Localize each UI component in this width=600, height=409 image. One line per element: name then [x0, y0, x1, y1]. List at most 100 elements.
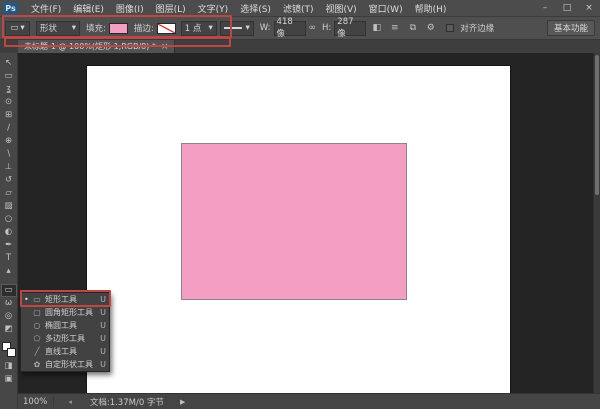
path-operations-icon[interactable]: ◧ — [369, 21, 384, 36]
background-color-swatch[interactable] — [7, 348, 16, 357]
ps-logo-icon: Ps — [3, 2, 18, 15]
tab-close-icon[interactable]: × — [161, 42, 169, 52]
solid-line-icon — [224, 27, 242, 29]
menu-item-view[interactable]: 视图(V) — [319, 2, 362, 15]
spot-healing-brush-tool[interactable]: ⊕ — [1, 135, 17, 148]
chevron-down-icon: ▾ — [20, 23, 24, 33]
stroke-type-dropdown[interactable]: ▾ — [220, 21, 254, 36]
minimize-button[interactable]: – — [534, 0, 556, 16]
menu-bar: Ps 文件(F) 编辑(E) 图像(I) 图层(L) 文字(Y) 选择(S) 滤… — [0, 0, 600, 17]
quick-selection-tool[interactable]: ⊙ — [1, 96, 17, 109]
scrollbar-thumb[interactable] — [595, 55, 599, 195]
align-edges-label: 对齐边缘 — [460, 22, 494, 34]
options-bar: ▭ ▾ 形状 ▾ 填充: 描边: 1 点 ▾ ▾ W: 418 像 ∞ H: 2… — [0, 17, 600, 40]
status-expand-icon[interactable]: ◂ — [68, 398, 72, 406]
shortcut-label: U — [98, 295, 106, 304]
chevron-down-icon: ▾ — [208, 23, 212, 33]
shortcut-label: U — [98, 308, 106, 317]
shape-width-field[interactable]: 418 像 — [274, 21, 306, 36]
link-dimensions-icon[interactable]: ∞ — [309, 23, 317, 33]
gear-icon[interactable]: ⚙ — [423, 21, 438, 36]
gradient-tool[interactable]: ▨ — [1, 200, 17, 213]
shape-tools-flyout: • ▭ 矩形工具 U ▢ 圆角矩形工具 U ○ 椭圆工具 U ⬠ 多边形工具 U… — [20, 292, 110, 372]
pink-rectangle-shape — [181, 143, 407, 300]
flyout-item-polygon-tool[interactable]: ⬠ 多边形工具 U — [21, 332, 109, 345]
stroke-width-field[interactable]: 1 点 ▾ — [181, 21, 217, 36]
flyout-item-ellipse-tool[interactable]: ○ 椭圆工具 U — [21, 319, 109, 332]
flyout-item-rectangle-tool[interactable]: • ▭ 矩形工具 U — [21, 293, 109, 306]
shortcut-label: U — [98, 321, 106, 330]
active-tool-bullet: • — [24, 295, 29, 304]
zoom-tool[interactable]: ◎ — [1, 310, 17, 323]
chevron-down-icon: ▾ — [72, 23, 76, 33]
quick-mask-button[interactable]: ◨ — [1, 360, 17, 373]
document-size-info: 文档:1.37M/0 字节 — [90, 396, 164, 408]
lasso-tool[interactable]: ʓ — [1, 83, 17, 96]
width-label: W: — [260, 23, 271, 33]
crop-tool[interactable]: ⊞ — [1, 109, 17, 122]
screen-mode-button[interactable]: ▣ — [1, 373, 17, 386]
shortcut-label: U — [98, 360, 106, 369]
eraser-tool[interactable]: ▱ — [1, 187, 17, 200]
menu-item-layer[interactable]: 图层(L) — [150, 2, 192, 15]
workspace-switcher-button[interactable]: 基本功能 — [547, 20, 595, 36]
menu-item-filter[interactable]: 滤镜(T) — [277, 2, 320, 15]
menu-item-edit[interactable]: 编辑(E) — [67, 2, 110, 15]
align-edges-checkbox[interactable] — [446, 24, 454, 32]
default-colors-icon[interactable]: ◩ — [1, 323, 17, 336]
rectangular-marquee-tool[interactable]: ▭ — [1, 70, 17, 83]
window-controls: – □ × — [534, 0, 600, 16]
pen-tool[interactable]: ✒ — [1, 239, 17, 252]
document-tab-title: 未标题-1 @ 100%(矩形 1,RGB/8) * — [24, 41, 156, 52]
line-icon: ╱ — [32, 347, 42, 356]
menu-item-file[interactable]: 文件(F) — [25, 2, 67, 15]
clone-stamp-tool[interactable]: ⊥ — [1, 161, 17, 174]
menu-item-image[interactable]: 图像(I) — [110, 2, 150, 15]
eyedropper-tool[interactable]: ∕ — [1, 122, 17, 135]
zoom-level-field[interactable]: 100% — [23, 397, 54, 407]
rectangle-tool[interactable]: ▭ — [1, 284, 17, 297]
rectangle-tool-icon: ▭ — [10, 23, 18, 33]
document-tab[interactable]: 未标题-1 @ 100%(矩形 1,RGB/8) * × — [18, 40, 175, 53]
path-alignment-icon[interactable]: ≡ — [387, 21, 402, 36]
custom-shape-icon: ✿ — [32, 360, 42, 369]
stroke-color-swatch[interactable] — [157, 23, 176, 34]
close-button[interactable]: × — [578, 0, 600, 16]
tool-preset-picker[interactable]: ▭ ▾ — [5, 21, 30, 36]
menu-item-select[interactable]: 选择(S) — [234, 2, 277, 15]
history-brush-tool[interactable]: ↺ — [1, 174, 17, 187]
shape-height-field[interactable]: 287 像 — [334, 21, 366, 36]
path-selection-tool[interactable]: ▴ — [1, 265, 17, 278]
dodge-tool[interactable]: ◐ — [1, 226, 17, 239]
flyout-item-custom-shape-tool[interactable]: ✿ 自定形状工具 U — [21, 358, 109, 371]
polygon-icon: ⬠ — [32, 334, 42, 343]
type-tool[interactable]: T — [1, 252, 17, 265]
hand-tool[interactable]: ω — [1, 297, 17, 310]
color-swatches — [1, 342, 17, 360]
status-arrow-icon[interactable]: ▶ — [180, 398, 185, 406]
height-label: H: — [322, 23, 331, 33]
stroke-label: 描边: — [134, 22, 154, 34]
move-tool[interactable]: ↖ — [1, 57, 17, 70]
photoshop-window: Ps 文件(F) 编辑(E) 图像(I) 图层(L) 文字(Y) 选择(S) 滤… — [0, 0, 600, 409]
ellipse-icon: ○ — [32, 321, 42, 330]
chevron-down-icon: ▾ — [245, 23, 249, 33]
menu-item-window[interactable]: 窗口(W) — [363, 2, 409, 15]
shortcut-label: U — [98, 347, 106, 356]
path-arrangement-icon[interactable]: ⧉ — [405, 21, 420, 36]
maximize-button[interactable]: □ — [556, 0, 578, 16]
menu-item-help[interactable]: 帮助(H) — [409, 2, 453, 15]
fill-label: 填充: — [86, 22, 106, 34]
flyout-item-rounded-rectangle-tool[interactable]: ▢ 圆角矩形工具 U — [21, 306, 109, 319]
vertical-scrollbar[interactable] — [593, 53, 600, 393]
tool-mode-dropdown[interactable]: 形状 ▾ — [36, 21, 80, 36]
fill-color-swatch[interactable] — [109, 23, 128, 34]
status-bar: 100% ◂ 文档:1.37M/0 字节 ▶ — [18, 393, 600, 409]
menu-item-type[interactable]: 文字(Y) — [192, 2, 235, 15]
brush-tool[interactable]: ∖ — [1, 148, 17, 161]
tools-panel: ↖ ▭ ʓ ⊙ ⊞ ∕ ⊕ ∖ ⊥ ↺ ▱ ▨ ○ ◐ ✒ T ▴ ▭ ω ◎ … — [0, 53, 18, 409]
document-canvas[interactable] — [87, 66, 510, 393]
shortcut-label: U — [98, 334, 106, 343]
blur-tool[interactable]: ○ — [1, 213, 17, 226]
flyout-item-line-tool[interactable]: ╱ 直线工具 U — [21, 345, 109, 358]
